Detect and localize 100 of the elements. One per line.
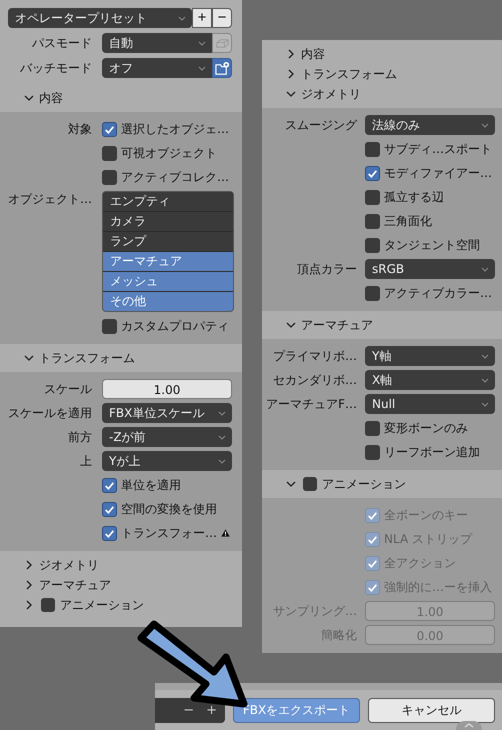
checkbox[interactable] (41, 598, 55, 612)
checkbox[interactable] (365, 286, 380, 300)
folder-plus-icon (214, 60, 230, 76)
field-label: 対象 (68, 122, 92, 136)
section-title[interactable]: トランスフォーム (301, 66, 397, 82)
field-label: 前方 (67, 428, 93, 446)
checkbox-label[interactable]: タンジェント空間 (384, 236, 480, 254)
checkbox-label[interactable]: アクティブコレク… (121, 168, 229, 186)
field-label: 上 (79, 452, 93, 470)
field-label: パスモード (31, 34, 93, 52)
field-label: スムージング (284, 116, 358, 134)
list-item[interactable]: メッシュ (103, 271, 233, 291)
list-item[interactable]: カメラ (103, 211, 233, 231)
checkbox-label[interactable]: トランスフォー… (121, 524, 217, 542)
chevron-icon[interactable] (24, 600, 34, 610)
checkbox-label[interactable]: サブディ…スポート (384, 140, 492, 158)
minus-button[interactable]: − (183, 702, 194, 718)
section-title[interactable]: アーマチュア (301, 316, 373, 334)
field-label: セカンダリボ… (272, 372, 358, 388)
caret-icon (481, 354, 489, 359)
checkbox-label[interactable]: 空間の変換を使用 (121, 500, 217, 518)
folder-toggle-button[interactable] (212, 58, 232, 78)
field-label: オブジェクト… (7, 191, 93, 208)
caret-icon (178, 16, 186, 21)
checkbox-label[interactable]: 単位を適用 (121, 476, 181, 494)
checkbox[interactable] (102, 502, 117, 516)
caret-icon[interactable] (456, 720, 482, 730)
checkbox[interactable] (102, 318, 117, 334)
chevron-icon[interactable] (24, 93, 34, 103)
dropdown[interactable]: sRGB (365, 259, 495, 279)
checkbox[interactable] (365, 420, 380, 436)
field-label: プライマリボ… (272, 348, 358, 364)
dropdown[interactable]: Y軸 (365, 346, 495, 366)
checkbox[interactable] (365, 142, 380, 156)
checkbox[interactable] (102, 146, 117, 160)
checkbox-label[interactable]: アクティブカラー… (384, 284, 492, 302)
checkbox[interactable] (102, 478, 117, 492)
checkbox-label[interactable]: カスタムプロパティ (121, 318, 229, 334)
field-label: スケール (43, 380, 93, 398)
caret-icon (218, 435, 226, 440)
plus-button[interactable]: + (206, 702, 217, 718)
checkbox[interactable] (365, 166, 380, 180)
checkbox-label[interactable]: 可視オブジェクト (121, 144, 217, 162)
caret-icon (481, 378, 489, 383)
section-title[interactable]: ジオメトリ (39, 556, 99, 574)
add-preset-button[interactable]: + (192, 8, 212, 28)
dropdown[interactable]: X軸 (365, 370, 495, 390)
checkbox-label[interactable]: 選択したオブジェ… (121, 120, 229, 138)
dropdown[interactable]: -Zが前 (102, 427, 232, 447)
list-item[interactable]: その他 (103, 291, 233, 311)
section-title[interactable]: アニメーション (60, 596, 144, 614)
section-title[interactable]: 内容 (301, 46, 325, 62)
checkbox-label[interactable]: 三角面化 (384, 212, 432, 230)
box-toggle-button[interactable] (212, 33, 232, 53)
caret-icon (481, 402, 489, 407)
chevron-icon[interactable] (286, 320, 296, 330)
section-title[interactable]: 内容 (39, 90, 63, 106)
dropdown[interactable]: FBX単位スケール (102, 403, 232, 423)
chevron-icon[interactable] (24, 560, 34, 570)
checkbox-label[interactable]: モディファイアー… (384, 164, 492, 182)
field-label: サンプリング… (272, 602, 358, 620)
checkbox[interactable] (365, 214, 380, 228)
caret-icon (481, 267, 489, 272)
chevron-icon[interactable] (24, 580, 34, 590)
section-title[interactable]: ジオメトリ (301, 86, 361, 102)
checkbox[interactable] (102, 526, 117, 540)
section-title[interactable]: アーマチュア (39, 576, 111, 594)
preset-dropdown[interactable]: オペレータープリセット (8, 8, 192, 28)
dropdown[interactable]: Null (365, 394, 495, 414)
caret-icon (218, 411, 226, 416)
cancel-button[interactable]: キャンセル (368, 698, 495, 722)
list-item[interactable]: アーマチュア (103, 251, 233, 271)
remove-preset-button[interactable]: − (212, 8, 232, 28)
checkbox[interactable] (365, 190, 380, 204)
field-label: 簡略化 (320, 626, 358, 644)
chevron-icon[interactable] (24, 353, 34, 363)
caret-icon (218, 459, 226, 464)
caret-icon (198, 66, 206, 71)
caret-icon (198, 41, 206, 46)
checkbox[interactable] (102, 122, 117, 136)
mode-dropdown[interactable]: 自動 (102, 33, 212, 53)
field-label: アーマチュアF… (265, 396, 358, 412)
dropdown[interactable]: 法線のみ (365, 115, 495, 135)
chevron-icon[interactable] (286, 89, 296, 99)
checkbox-label[interactable]: 変形ボーンのみ (384, 420, 468, 436)
checkbox[interactable] (365, 444, 380, 460)
chevron-icon[interactable] (286, 49, 296, 59)
checkbox[interactable] (102, 170, 117, 184)
section-title[interactable]: トランスフォーム (39, 350, 135, 366)
checkbox-label[interactable]: 孤立する辺 (384, 188, 444, 206)
caret-icon (481, 123, 489, 128)
checkbox[interactable] (365, 238, 380, 252)
mode-dropdown[interactable]: オフ (102, 58, 212, 78)
field-label: スケールを適用 (7, 404, 93, 422)
list-item[interactable]: ランプ (103, 231, 233, 251)
checkbox-label[interactable]: リーフボーン追加 (384, 444, 480, 460)
dropdown[interactable]: Yが上 (102, 451, 232, 471)
number-field[interactable]: 1.00 (102, 379, 232, 399)
chevron-icon[interactable] (286, 69, 296, 79)
list-item[interactable]: エンプティ (103, 192, 233, 211)
